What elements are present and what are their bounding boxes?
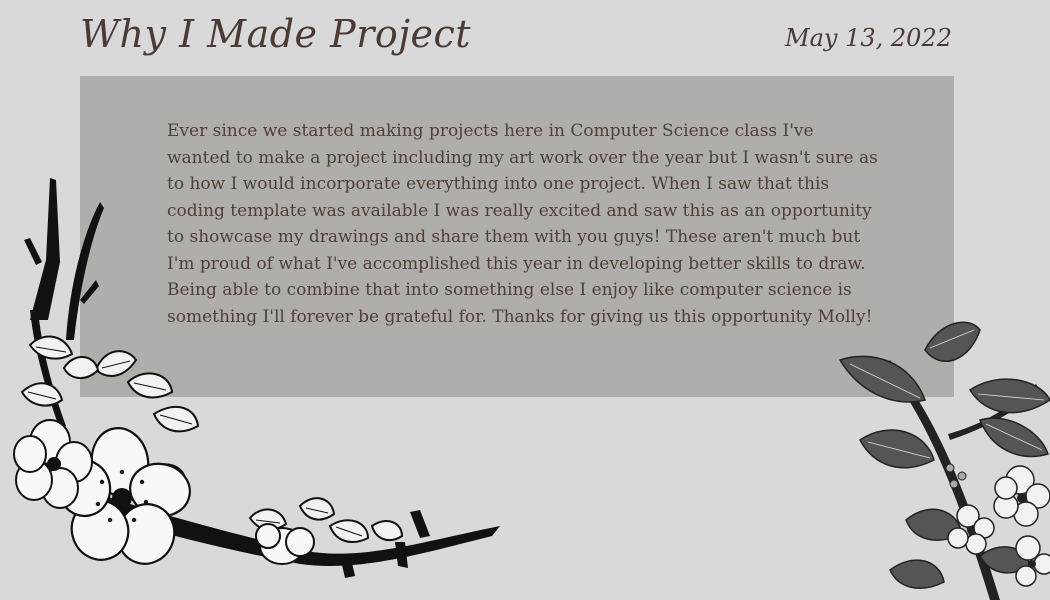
page-title: Why I Made Project bbox=[80, 12, 472, 56]
leaf-branch-right-icon bbox=[838, 321, 1050, 600]
floral-branch-left-icon bbox=[13, 178, 500, 578]
page-date: May 13, 2022 bbox=[785, 24, 952, 52]
